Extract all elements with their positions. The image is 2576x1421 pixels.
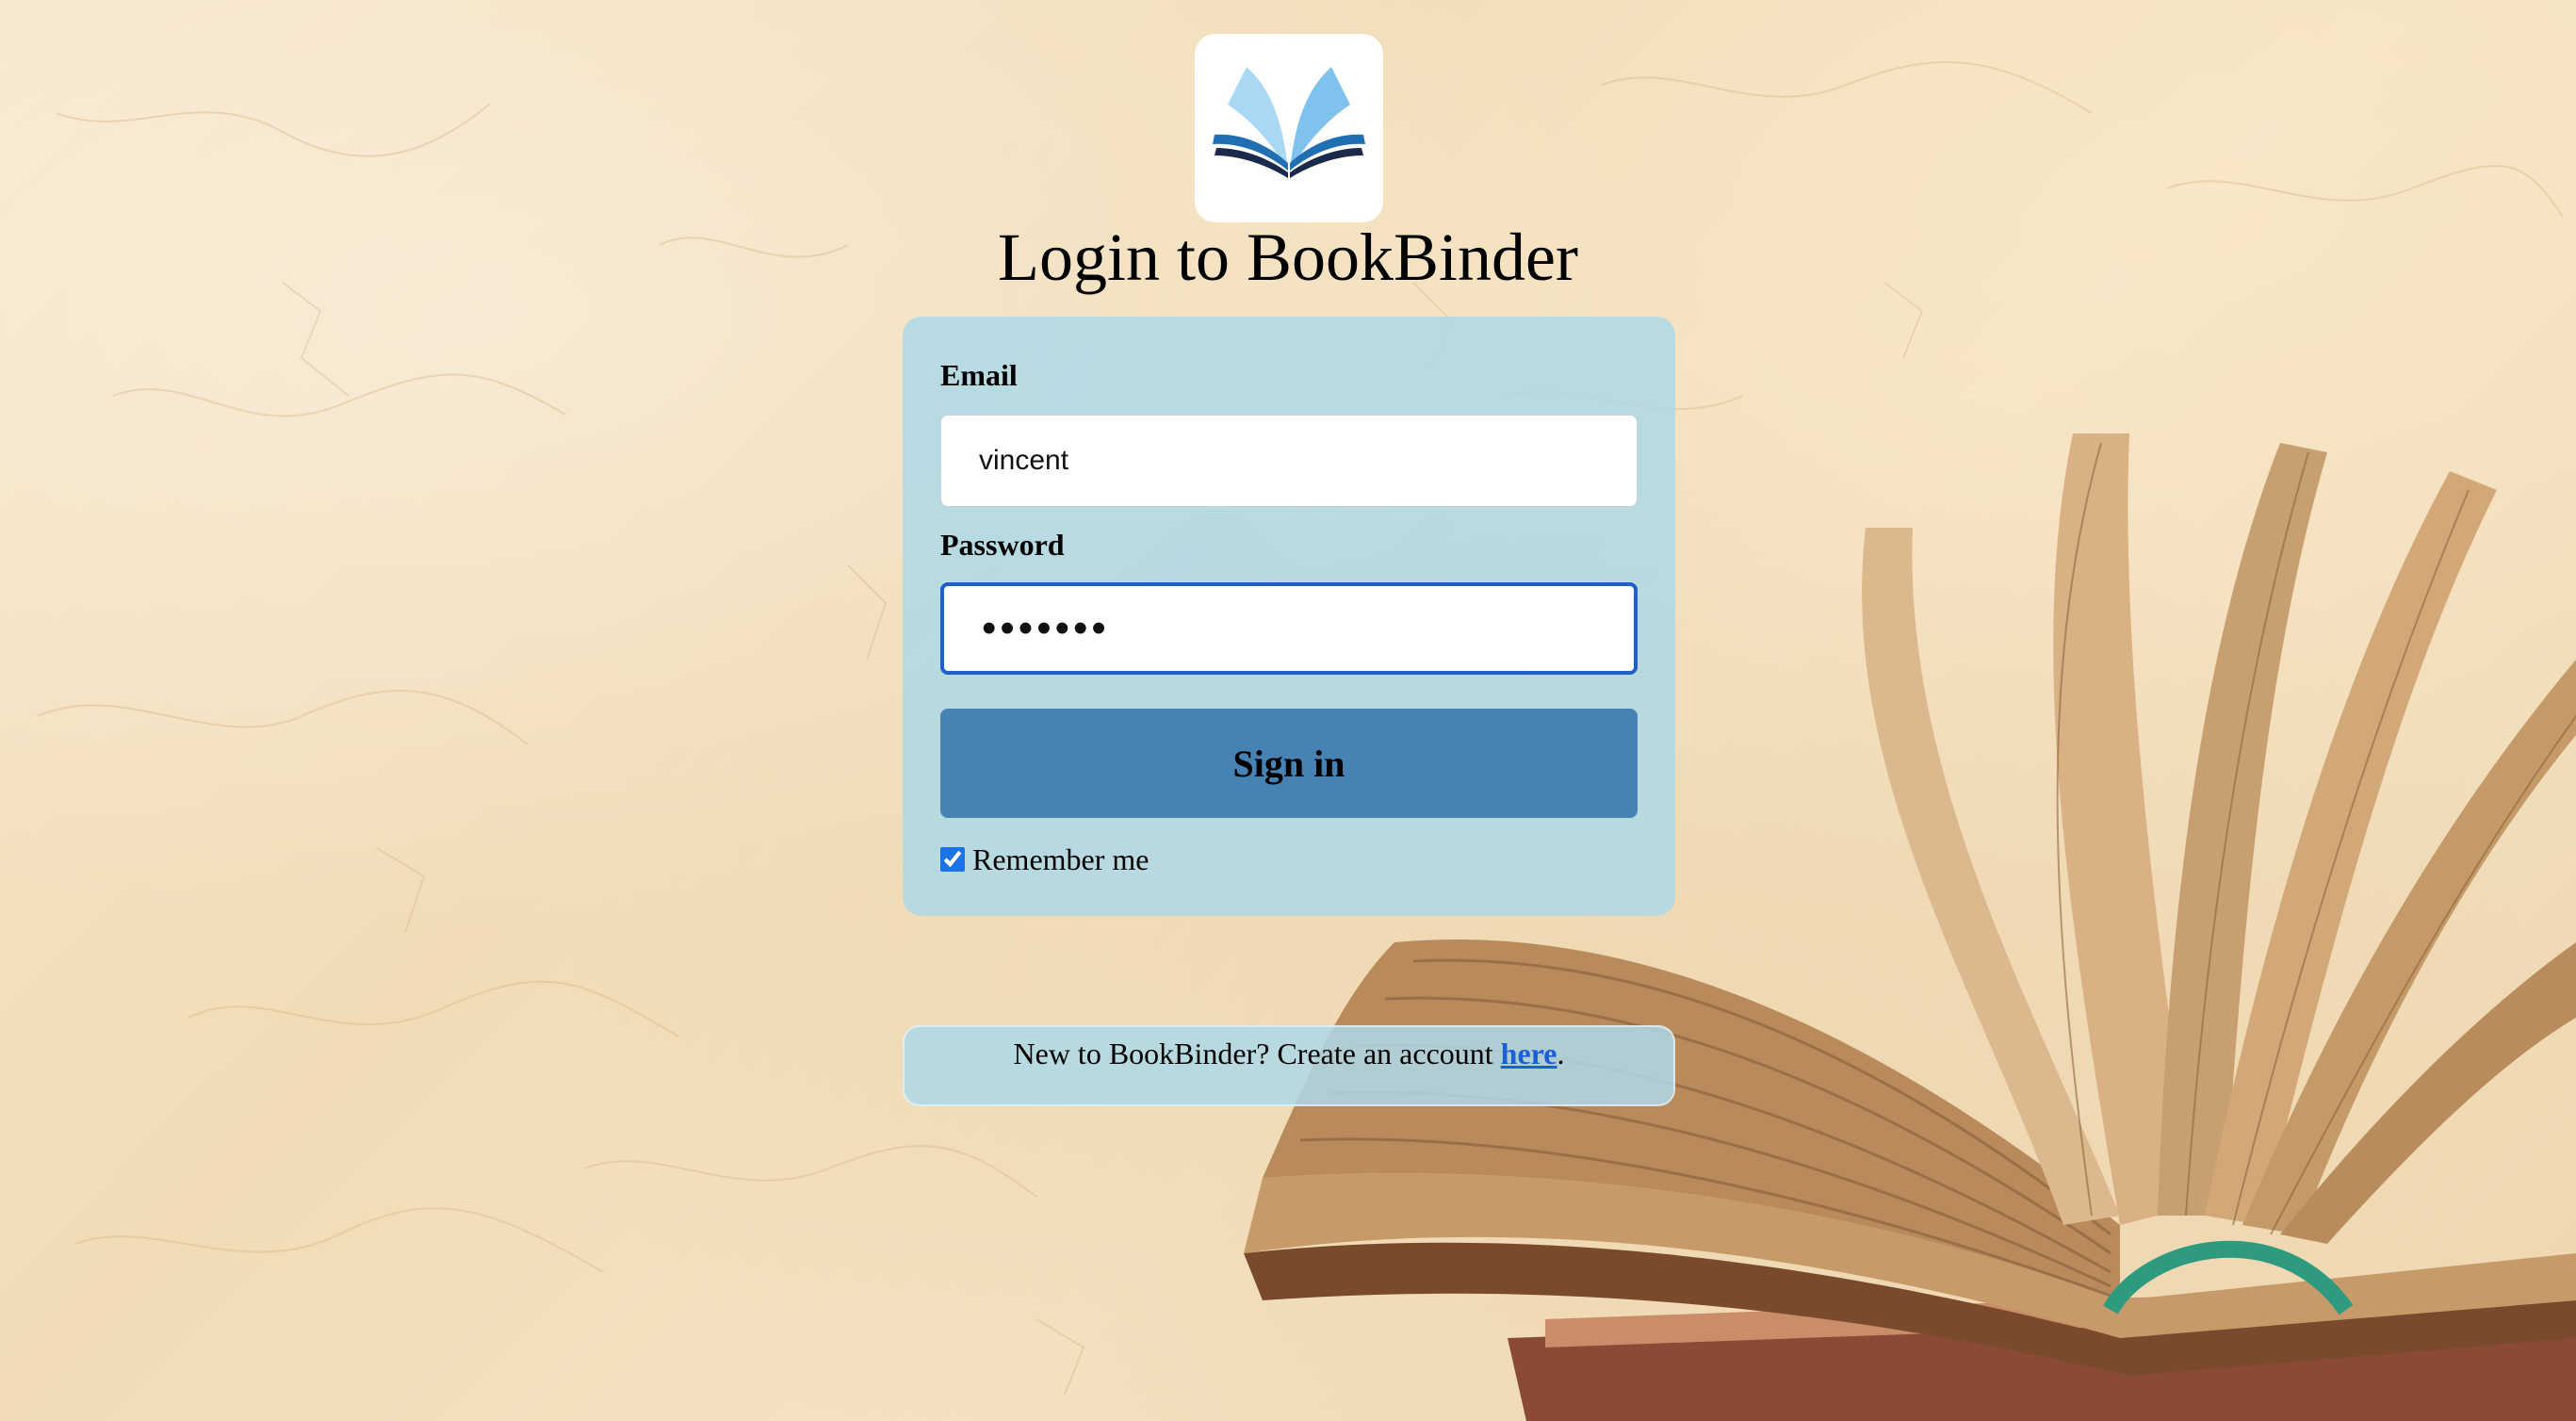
create-account-link[interactable]: here — [1501, 1037, 1557, 1070]
remember-me-row: Remember me — [940, 841, 1149, 878]
email-label: Email — [940, 358, 1018, 392]
password-label: Password — [940, 528, 1065, 562]
remember-me-checkbox[interactable] — [940, 847, 965, 872]
page-title: Login to BookBinder — [998, 220, 1578, 295]
password-input[interactable] — [940, 582, 1638, 675]
bookbinder-logo — [1195, 34, 1383, 222]
email-input[interactable] — [940, 415, 1638, 507]
signup-prompt-suffix: . — [1557, 1037, 1565, 1070]
login-form: Email Password Sign in Remember me — [903, 317, 1675, 916]
remember-me-label[interactable]: Remember me — [972, 842, 1149, 877]
open-book-icon — [1213, 67, 1365, 178]
signup-prompt-text: New to BookBinder? Create an account — [1013, 1037, 1501, 1070]
sign-in-button[interactable]: Sign in — [940, 709, 1638, 818]
signup-prompt-box: New to BookBinder? Create an account her… — [903, 1025, 1675, 1106]
